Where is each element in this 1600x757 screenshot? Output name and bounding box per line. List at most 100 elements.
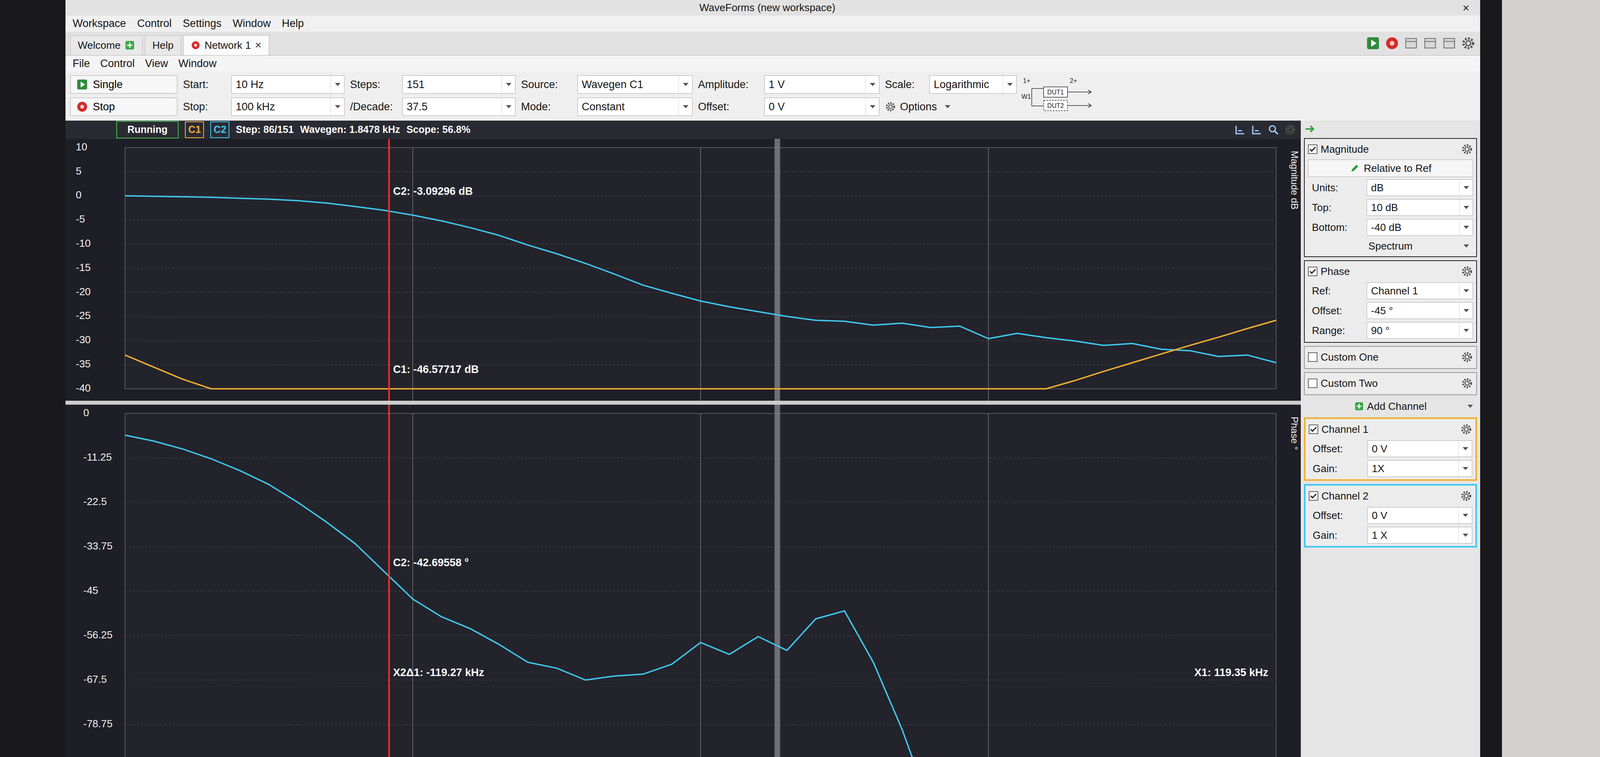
grid-line xyxy=(700,413,702,757)
grid-line xyxy=(988,147,989,401)
gear-icon[interactable] xyxy=(1461,36,1476,51)
dropdown-arrow-icon[interactable] xyxy=(1458,440,1472,457)
menu-item[interactable]: Workspace xyxy=(72,15,127,32)
menu-item[interactable]: Control xyxy=(137,15,172,32)
sweep-dropdown[interactable]: 10 Hz xyxy=(231,75,345,94)
dropdown-arrow-icon[interactable] xyxy=(1459,282,1473,299)
axis-icon[interactable] xyxy=(1234,123,1247,136)
sweep-dropdown[interactable]: 37.5 xyxy=(402,97,516,116)
zoom-icon[interactable] xyxy=(1267,123,1280,136)
dropdown-arrow-icon[interactable] xyxy=(1458,460,1472,477)
window-icon[interactable] xyxy=(1403,36,1419,51)
relative-button[interactable]: Relative to Ref xyxy=(1307,159,1474,177)
main-area: RunningC1C2Step: 86/151Wavegen: 1.8478 k… xyxy=(65,120,1481,757)
checkbox[interactable] xyxy=(1307,266,1318,277)
sweep-dropdown[interactable]: 151 xyxy=(402,75,516,94)
checkbox[interactable] xyxy=(1307,352,1318,362)
sweep-dropdown[interactable]: 0 V xyxy=(764,97,880,116)
menu-item[interactable]: File xyxy=(72,55,91,72)
menu-item[interactable]: Window xyxy=(178,55,217,72)
spectrum-dropdown[interactable]: Spectrum xyxy=(1307,238,1474,254)
setting-label: Units: xyxy=(1307,180,1364,196)
checkbox[interactable] xyxy=(1307,378,1318,389)
field-value: 0 V xyxy=(1367,441,1459,457)
stop-button[interactable]: Stop xyxy=(70,97,178,116)
menu-item[interactable]: Window xyxy=(232,15,271,32)
setting-dropdown[interactable]: -45 ° xyxy=(1366,302,1474,320)
dropdown-arrow-icon[interactable] xyxy=(1463,398,1477,415)
gear-icon[interactable] xyxy=(1461,265,1474,278)
dropdown-arrow-icon[interactable] xyxy=(1459,179,1473,196)
gear-icon[interactable] xyxy=(1461,143,1474,156)
tab[interactable]: Help xyxy=(144,35,181,56)
dropdown-arrow-icon[interactable] xyxy=(865,75,879,94)
dropdown-arrow-icon[interactable] xyxy=(1459,219,1473,236)
setting-dropdown[interactable]: 0 V xyxy=(1367,507,1473,524)
window-icon[interactable] xyxy=(1423,36,1438,51)
setting-dropdown[interactable]: -40 dB xyxy=(1366,219,1474,236)
arrow-icon[interactable] xyxy=(1303,123,1316,135)
sweep-dropdown[interactable]: 1 V xyxy=(764,75,880,94)
axis-icon[interactable] xyxy=(1250,123,1263,136)
close-button[interactable]: × xyxy=(1460,1,1472,15)
gear-icon[interactable] xyxy=(1461,377,1474,390)
sweep-dropdown[interactable]: Constant xyxy=(577,97,693,116)
setting-row: Offset:-45 ° xyxy=(1307,301,1474,320)
gear-icon[interactable] xyxy=(1460,423,1473,436)
gear-icon[interactable] xyxy=(1460,490,1473,502)
dropdown-arrow-icon[interactable] xyxy=(678,75,693,94)
setting-dropdown[interactable]: 0 V xyxy=(1367,440,1473,458)
add-channel-button[interactable]: Add Channel xyxy=(1303,398,1477,415)
dropdown-arrow-icon[interactable] xyxy=(940,97,955,116)
dropdown-arrow-icon[interactable] xyxy=(1002,75,1017,94)
gear-icon[interactable] xyxy=(1284,123,1297,136)
dropdown-arrow-icon[interactable] xyxy=(678,98,693,116)
plot-separator[interactable] xyxy=(65,400,1301,405)
setting-dropdown[interactable]: 90 ° xyxy=(1366,322,1474,339)
setting-dropdown[interactable]: 1X xyxy=(1367,460,1473,477)
grid-line xyxy=(412,413,414,757)
channel-chip[interactable]: C1 xyxy=(184,121,204,139)
sweep-dropdown[interactable]: Wavegen C1 xyxy=(577,75,693,94)
dropdown-arrow-icon[interactable] xyxy=(330,98,345,116)
dropdown-arrow-icon[interactable] xyxy=(501,75,516,94)
checkbox[interactable] xyxy=(1307,144,1318,154)
dropdown-arrow-icon[interactable] xyxy=(1459,199,1473,216)
trace xyxy=(125,320,1277,389)
dropdown-arrow-icon[interactable] xyxy=(1458,527,1472,544)
sweep-dropdown[interactable]: 100 kHz xyxy=(231,97,345,116)
menu-item[interactable]: Help xyxy=(281,15,304,32)
cursor-line[interactable] xyxy=(388,138,390,401)
plus-icon[interactable] xyxy=(124,40,135,51)
setting-dropdown[interactable]: dB xyxy=(1366,179,1474,197)
dropdown-arrow-icon[interactable] xyxy=(865,98,879,116)
setting-dropdown[interactable]: Channel 1 xyxy=(1366,282,1474,300)
title-bar: WaveForms (new workspace)× xyxy=(65,0,1481,16)
tab[interactable]: Welcome xyxy=(70,35,143,56)
single-button[interactable]: Single xyxy=(70,75,178,94)
checkbox[interactable] xyxy=(1308,424,1319,435)
setting-dropdown[interactable]: 1 X xyxy=(1367,526,1473,544)
dropdown-arrow-icon[interactable] xyxy=(1459,238,1474,254)
checkbox[interactable] xyxy=(1308,491,1319,501)
options-menu[interactable]: Options xyxy=(882,97,1017,116)
setting-dropdown[interactable]: 10 dB xyxy=(1366,199,1474,216)
sweep-dropdown[interactable]: Logarithmic xyxy=(929,75,1017,94)
field-value: 1 X xyxy=(1367,527,1459,544)
dropdown-arrow-icon[interactable] xyxy=(501,98,516,116)
play-icon[interactable] xyxy=(1365,36,1381,51)
record-icon[interactable] xyxy=(1384,36,1400,51)
tab-close-button[interactable]: × xyxy=(254,36,262,54)
dropdown-arrow-icon[interactable] xyxy=(330,75,345,94)
menu-item[interactable]: Control xyxy=(100,55,135,72)
cursor-line[interactable] xyxy=(388,404,390,757)
menu-item[interactable]: View xyxy=(145,55,169,72)
window-icon[interactable] xyxy=(1442,36,1457,51)
dropdown-arrow-icon[interactable] xyxy=(1459,322,1473,339)
gear-icon[interactable] xyxy=(1461,351,1474,364)
menu-item[interactable]: Settings xyxy=(182,15,222,32)
dropdown-arrow-icon[interactable] xyxy=(1459,302,1473,319)
channel-chip[interactable]: C2 xyxy=(210,121,230,139)
tab[interactable]: Network 1× xyxy=(183,35,269,56)
dropdown-arrow-icon[interactable] xyxy=(1458,507,1472,524)
